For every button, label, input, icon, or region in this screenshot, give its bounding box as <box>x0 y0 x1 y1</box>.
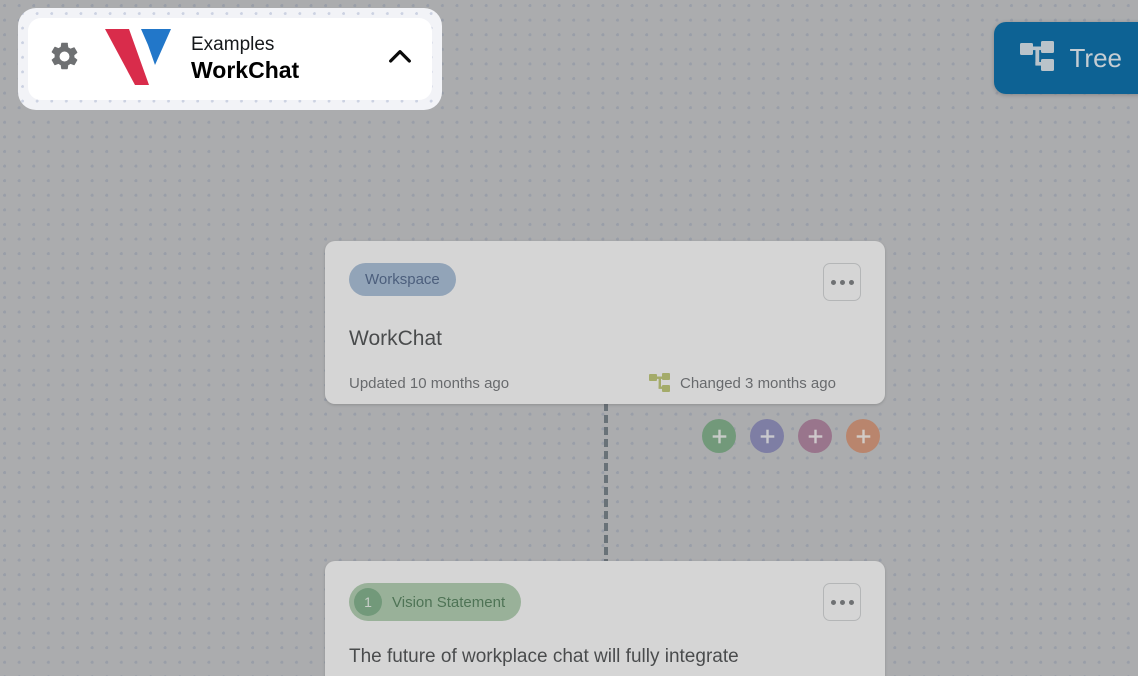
ellipsis-icon <box>848 599 854 605</box>
node-title: WorkChat <box>349 327 442 350</box>
add-child-purple[interactable] <box>750 419 784 453</box>
node-menu-button[interactable] <box>823 583 861 621</box>
tree-view-toggle-label: Tree <box>1069 43 1123 73</box>
node-card-workspace[interactable]: Workspace WorkChat Updated 10 months ago <box>325 241 885 404</box>
node-menu-button[interactable] <box>823 263 861 301</box>
plus-icon <box>712 429 726 443</box>
workspace-switcher-button[interactable]: Examples WorkChat <box>28 18 432 100</box>
node-type-label: Vision Statement <box>392 593 506 611</box>
node-type-badge: Workspace <box>349 263 456 296</box>
node-meta-row: Updated 10 months ago Changed 3 months a… <box>349 373 861 393</box>
node-card-header: Workspace <box>349 263 861 301</box>
tree-hierarchy-icon <box>1019 40 1054 76</box>
plus-icon <box>808 429 822 443</box>
plus-icon <box>760 429 774 443</box>
ellipsis-icon <box>839 599 845 605</box>
ellipsis-icon <box>839 279 845 285</box>
add-child-orange[interactable] <box>846 419 880 453</box>
chevron-up-icon[interactable] <box>384 41 416 78</box>
plus-icon <box>856 429 870 443</box>
add-child-green[interactable] <box>702 419 736 453</box>
workspace-group-name: Examples <box>191 34 275 56</box>
ellipsis-icon <box>830 279 836 285</box>
node-card-header: 1 Vision Statement <box>349 583 861 621</box>
workspace-labels: Examples WorkChat <box>191 34 376 83</box>
node-type-badge: 1 Vision Statement <box>349 583 522 621</box>
node-body-text: The future of workplace chat will fully … <box>349 646 739 667</box>
node-changed-group: Changed 3 months ago <box>649 373 836 393</box>
node-changed-text: Changed 3 months ago <box>680 374 836 392</box>
node-index-badge: 1 <box>354 588 382 616</box>
ellipsis-icon <box>848 279 854 285</box>
node-card-vision-statement[interactable]: 1 Vision Statement The future of workpla… <box>325 561 885 676</box>
node-updated-text: Updated 10 months ago <box>349 374 510 392</box>
workspace-name: WorkChat <box>191 56 300 83</box>
tree-view-toggle-button[interactable]: Tree <box>993 22 1138 94</box>
gear-icon[interactable] <box>48 40 81 78</box>
workspace-switcher-panel: Examples WorkChat <box>18 8 442 110</box>
add-child-buttons <box>702 419 880 453</box>
add-child-magenta[interactable] <box>798 419 832 453</box>
tree-hierarchy-icon <box>649 373 670 393</box>
node-connector-line <box>604 403 608 567</box>
ellipsis-icon <box>830 599 836 605</box>
v-logo-icon <box>103 27 173 92</box>
